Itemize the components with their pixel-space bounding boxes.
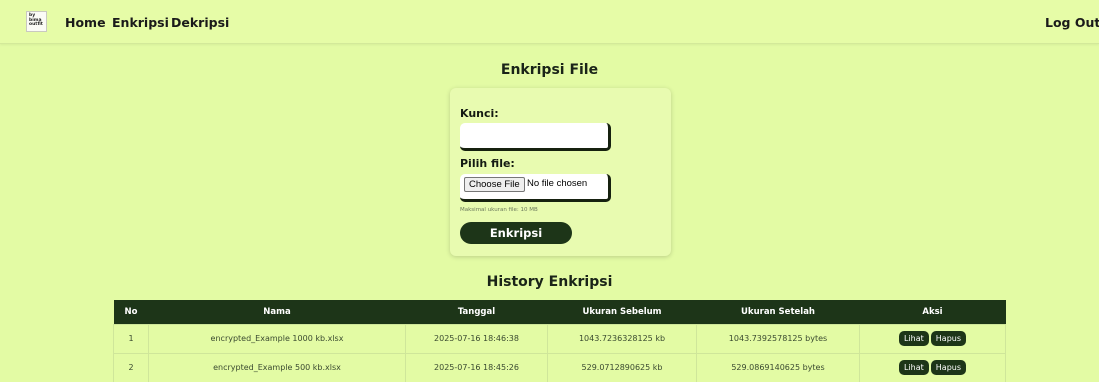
nav-link-home[interactable]: Home [65, 15, 106, 30]
col-header-aksi: Aksi [859, 300, 1006, 324]
cell-tanggal: 2025-07-16 18:45:26 [405, 352, 548, 382]
cell-nama: encrypted_Example 500 kb.xlsx [148, 352, 406, 382]
delete-button[interactable]: Hapus [930, 331, 967, 346]
cell-ukuran-setelah: 1043.7392578125 bytes [696, 323, 860, 354]
nav-link-dekripsi[interactable]: Dekripsi [171, 15, 229, 30]
table-row: 1 encrypted_Example 1000 kb.xlsx 2025-07… [113, 323, 1006, 354]
cell-ukuran-setelah: 529.0869140625 bytes [696, 352, 860, 382]
cell-no: 1 [113, 323, 149, 354]
logout-link[interactable]: Log Out [1045, 15, 1099, 30]
col-header-tanggal: Tanggal [405, 300, 548, 324]
cell-nama: encrypted_Example 1000 kb.xlsx [148, 323, 406, 354]
file-input[interactable]: Choose File No file chosen [460, 174, 611, 202]
history-title: History Enkripsi [486, 274, 613, 290]
nav-link-enkripsi[interactable]: Enkripsi [112, 15, 169, 30]
key-label: Kunci: [460, 107, 499, 120]
view-button[interactable]: Lihat [898, 360, 929, 375]
table-row: 2 encrypted_Example 500 kb.xlsx 2025-07-… [113, 352, 1006, 382]
brand-logo[interactable]: by bima outfit [26, 11, 47, 32]
navbar: by bima outfit Home Enkripsi Dekripsi Lo… [0, 0, 1099, 44]
cell-aksi: Lihat Hapus [859, 352, 1006, 382]
table-header-row: No Nama Tanggal Ukuran Sebelum Ukuran Se… [113, 300, 1006, 324]
cell-tanggal: 2025-07-16 18:46:38 [405, 323, 548, 354]
col-header-ukuran-sebelum: Ukuran Sebelum [547, 300, 697, 324]
view-button[interactable]: Lihat [898, 331, 929, 346]
file-size-hint: Maksimal ukuran file: 10 MB [460, 207, 538, 213]
encrypt-form-card: Kunci: Pilih file: Choose File No file c… [450, 88, 671, 256]
delete-button[interactable]: Hapus [930, 360, 967, 375]
form-title: Enkripsi File [500, 62, 599, 78]
col-header-no: No [113, 300, 149, 324]
file-status-text: No file chosen [527, 178, 588, 189]
cell-aksi: Lihat Hapus [859, 323, 1006, 354]
col-header-nama: Nama [148, 300, 406, 324]
cell-no: 2 [113, 352, 149, 382]
cell-ukuran-sebelum: 529.0712890625 kb [547, 352, 697, 382]
choose-file-button[interactable]: Choose File [464, 177, 525, 192]
encrypt-button[interactable]: Enkripsi [460, 222, 572, 244]
file-label: Pilih file: [460, 157, 515, 170]
cell-ukuran-sebelum: 1043.7236328125 kb [547, 323, 697, 354]
col-header-ukuran-setelah: Ukuran Setelah [696, 300, 860, 324]
history-table: No Nama Tanggal Ukuran Sebelum Ukuran Se… [113, 300, 1006, 382]
key-input[interactable] [460, 123, 611, 151]
